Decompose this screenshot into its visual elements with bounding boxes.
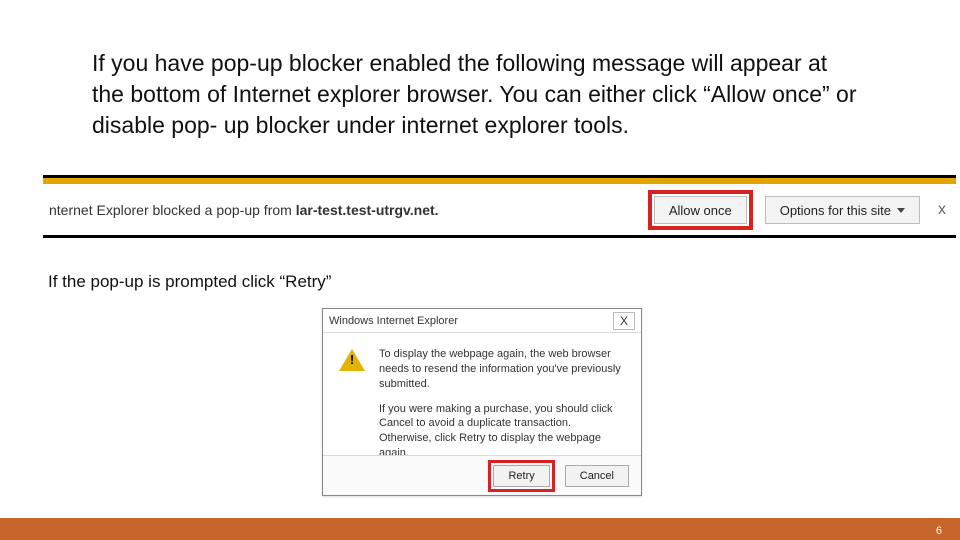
options-for-site-button[interactable]: Options for this site xyxy=(765,196,920,224)
dialog-title-text: Windows Internet Explorer xyxy=(329,315,458,327)
warning-icon xyxy=(339,349,365,371)
chevron-down-icon xyxy=(897,208,905,213)
popup-block-prefix: nternet Explorer blocked a pop-up from xyxy=(49,202,296,218)
popup-block-domain: lar-test.test-utrgv.net. xyxy=(296,202,439,218)
popup-blocker-bar: nternet Explorer blocked a pop-up from l… xyxy=(43,175,956,238)
slide-footer-bar: 6 xyxy=(0,518,960,540)
page-number: 6 xyxy=(936,525,942,537)
options-for-site-label: Options for this site xyxy=(780,203,891,218)
popup-block-message: nternet Explorer blocked a pop-up from l… xyxy=(49,202,439,218)
dialog-body-text: To display the webpage again, the web br… xyxy=(379,347,625,471)
allow-once-button[interactable]: Allow once xyxy=(654,196,747,224)
dialog-titlebar: Windows Internet Explorer X xyxy=(323,309,641,333)
dialog-paragraph-1: To display the webpage again, the web br… xyxy=(379,347,625,392)
cancel-button[interactable]: Cancel xyxy=(565,465,629,487)
dialog-footer: Retry Cancel xyxy=(323,455,641,495)
orange-accent-stripe xyxy=(43,178,956,184)
dialog-close-button[interactable]: X xyxy=(613,312,635,330)
retry-button[interactable]: Retry xyxy=(493,465,549,487)
allow-once-highlight: Allow once xyxy=(648,190,753,230)
close-icon[interactable]: x xyxy=(938,201,946,219)
ie-resend-dialog: Windows Internet Explorer X To display t… xyxy=(322,308,642,496)
retry-highlight: Retry xyxy=(488,460,554,492)
retry-instruction: If the pop-up is prompted click “Retry” xyxy=(48,272,331,292)
dialog-paragraph-2: If you were making a purchase, you shoul… xyxy=(379,402,625,461)
instruction-heading: If you have pop-up blocker enabled the f… xyxy=(92,48,862,141)
